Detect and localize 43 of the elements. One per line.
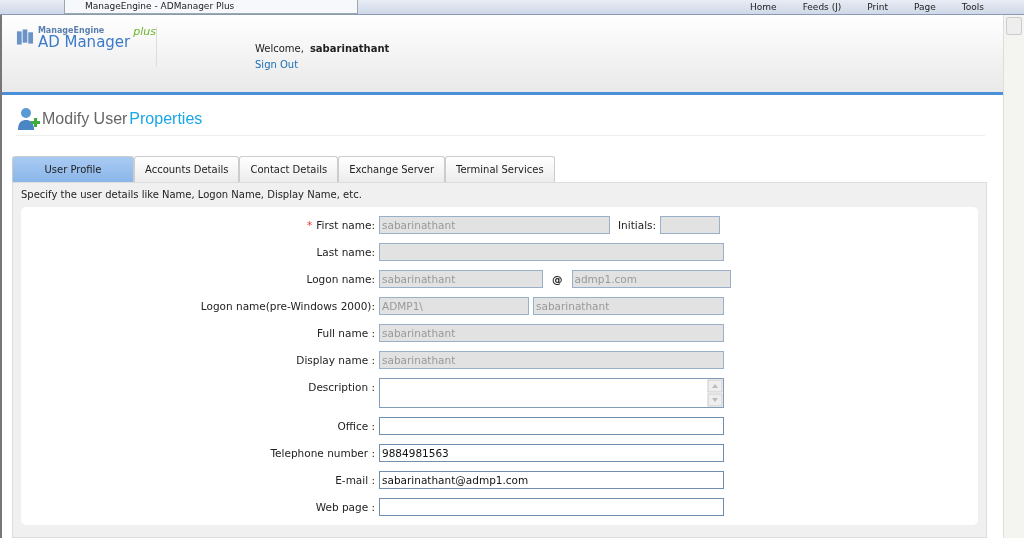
tab[interactable]: Contact Details: [239, 156, 339, 182]
description-field[interactable]: [379, 378, 724, 408]
text-field[interactable]: [379, 498, 724, 516]
tab[interactable]: Accounts Details: [134, 156, 240, 182]
toolbar-item[interactable]: Feeds (J): [802, 0, 842, 14]
user-name: sabarinathant: [309, 43, 390, 54]
field-label: Logon name:: [306, 272, 375, 287]
field-label: Last name:: [316, 245, 375, 260]
field-label: First name:: [316, 218, 375, 233]
field-label: E-mail :: [335, 473, 375, 488]
field-label: Logon name(pre-Windows 2000):: [200, 299, 375, 314]
browser-tab[interactable]: ManageEngine - ADManager Plus: [64, 0, 358, 14]
field-label: Initials:: [618, 218, 657, 233]
page-title: Properties: [129, 110, 203, 128]
text-field[interactable]: 9884981563: [379, 444, 724, 462]
field-label: Telephone number :: [270, 446, 375, 461]
logo-icon: [16, 27, 35, 47]
user-add-icon: [16, 107, 40, 131]
at-sign: @: [552, 272, 563, 287]
field-label: Display name :: [296, 353, 375, 368]
field-label: Full name :: [317, 326, 375, 341]
tab[interactable]: Terminal Services: [445, 156, 555, 182]
logo-text: ManageEngine: [37, 27, 105, 35]
text-field[interactable]: sabarinathant@admp1.com: [379, 471, 724, 489]
toolbar-item[interactable]: Home: [750, 0, 777, 14]
logo-text: AD Manager: [37, 35, 131, 50]
tab[interactable]: Exchange Server: [338, 156, 446, 182]
toolbar-item[interactable]: Tools: [961, 0, 984, 14]
logo-text: plus: [133, 25, 156, 38]
hint-text: Specify the user details like Name, Logon Name, Display Name, etc.: [21, 189, 363, 200]
welcome-text: Welcome,: [255, 43, 304, 54]
required-mark: *: [307, 218, 313, 233]
toolbar-item[interactable]: Print: [867, 0, 889, 14]
sign-out-link[interactable]: Sign Out: [255, 59, 299, 70]
field-label: Web page :: [315, 500, 375, 515]
toolbar-item[interactable]: Page: [914, 0, 936, 14]
field-label: Office :: [337, 419, 375, 434]
scroll-arrows-icon: [707, 379, 723, 407]
field-label: Description :: [308, 380, 375, 395]
tab[interactable]: User Profile: [12, 156, 134, 182]
page-title: Modify User: [42, 110, 128, 128]
text-field[interactable]: [379, 417, 724, 435]
scrollbar[interactable]: [1003, 15, 1024, 538]
